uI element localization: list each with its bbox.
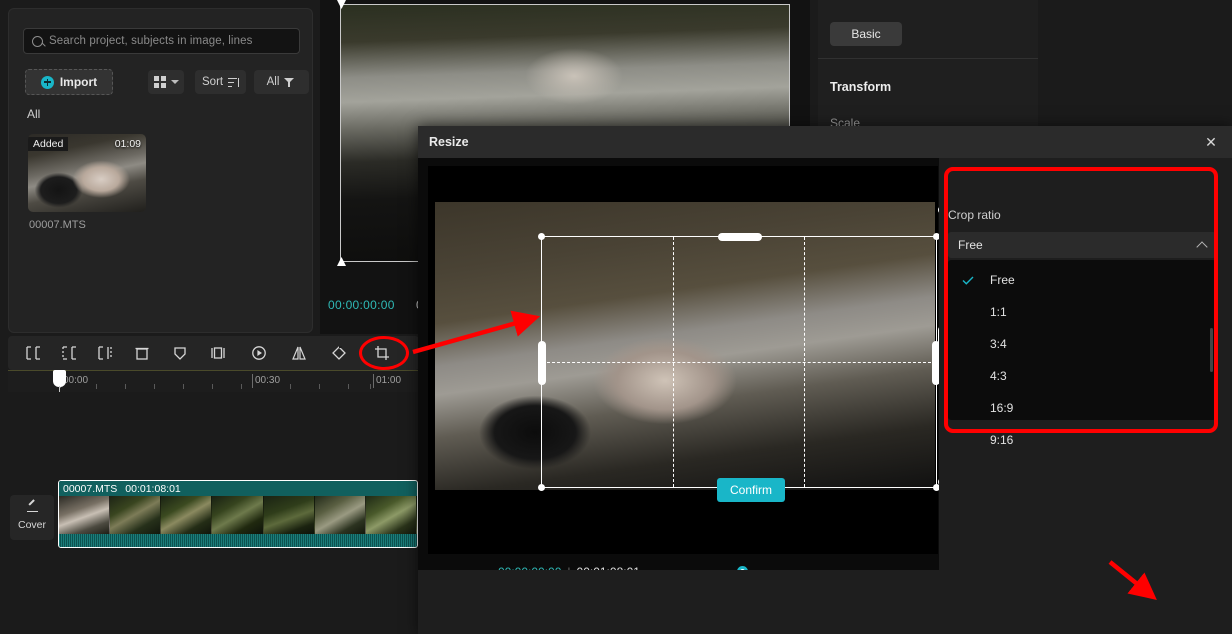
annotation-arrows [412,310,1157,600]
arrow-to-confirm [1108,560,1157,600]
arrow-toolbar-to-crop [412,310,541,355]
